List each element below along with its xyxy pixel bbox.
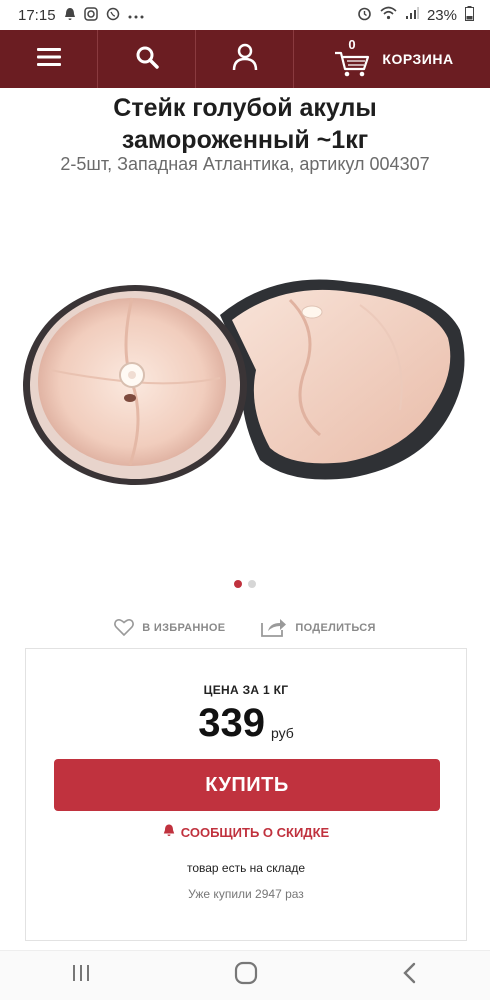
signal-icon bbox=[405, 6, 419, 24]
instagram-icon bbox=[83, 6, 98, 24]
viber-icon bbox=[106, 7, 120, 24]
account-button[interactable] bbox=[196, 30, 294, 88]
product-subtitle: 2-5шт, Западная Атлантика, артикул 00430… bbox=[60, 154, 430, 174]
product-image[interactable] bbox=[20, 260, 470, 510]
price-value: 339 bbox=[198, 701, 265, 745]
gallery-dot-1[interactable] bbox=[234, 580, 242, 588]
wifi-icon bbox=[380, 6, 397, 24]
shark-steak-illustration bbox=[23, 279, 465, 485]
status-bar: 17:15 23% bbox=[0, 0, 490, 30]
product-title-line-2: замороженный ~1кг bbox=[121, 126, 369, 154]
battery-icon bbox=[465, 5, 474, 25]
bell-icon bbox=[163, 824, 175, 840]
status-left: 17:15 bbox=[18, 7, 144, 24]
product-title: Стейк голубой акулы замороженный ~1кг bbox=[0, 92, 490, 156]
price-card: ЦЕНА ЗА 1 КГ 339 руб КУПИТЬ СООБЩИТЬ О С… bbox=[25, 648, 467, 941]
status-right: 23% bbox=[357, 5, 474, 25]
buy-button[interactable]: КУПИТЬ bbox=[54, 759, 440, 811]
heart-icon bbox=[114, 618, 135, 639]
product-title-line-1: Стейк голубой акулы bbox=[113, 94, 377, 122]
price-label: ЦЕНА ЗА 1 КГ bbox=[203, 683, 289, 697]
hamburger-icon bbox=[36, 47, 61, 71]
back-icon bbox=[402, 962, 415, 984]
notify-discount-label: СООБЩИТЬ О СКИДКЕ bbox=[180, 824, 330, 840]
user-icon bbox=[232, 43, 258, 76]
back-button[interactable] bbox=[401, 962, 419, 989]
share-label: ПОДЕЛИТЬСЯ bbox=[295, 622, 376, 634]
favorite-button[interactable]: В ИЗБРАННОЕ bbox=[114, 616, 225, 640]
alarm-icon bbox=[357, 6, 372, 25]
menu-button[interactable] bbox=[0, 30, 98, 88]
system-navigation-bar bbox=[0, 950, 490, 1000]
share-button[interactable]: ПОДЕЛИТЬСЯ bbox=[261, 616, 375, 640]
cart-button[interactable]: 0 КОРЗИНА bbox=[294, 30, 490, 88]
notify-discount-link[interactable]: СООБЩИТЬ О СКИДКЕ bbox=[26, 824, 466, 840]
top-navigation: 0 КОРЗИНА bbox=[0, 30, 490, 88]
search-icon bbox=[135, 45, 159, 74]
search-button[interactable] bbox=[98, 30, 196, 88]
notification-icon bbox=[64, 7, 76, 24]
status-time: 17:15 bbox=[18, 6, 56, 24]
battery-percent: 23% bbox=[426, 6, 457, 24]
price-row: 339 руб bbox=[26, 701, 466, 745]
home-button[interactable] bbox=[234, 961, 258, 990]
recent-apps-icon bbox=[73, 965, 90, 981]
home-icon bbox=[234, 961, 258, 985]
cart-icon-wrap: 0 bbox=[334, 37, 372, 77]
gallery-pagination bbox=[0, 580, 490, 588]
price-unit: руб bbox=[270, 725, 294, 741]
cart-label: КОРЗИНА bbox=[382, 51, 454, 67]
stock-status: товар есть на складе bbox=[186, 861, 306, 875]
purchase-count: Уже купили 2947 раз bbox=[188, 887, 304, 901]
share-icon bbox=[261, 617, 287, 640]
more-dots-icon bbox=[128, 7, 144, 23]
favorite-label: В ИЗБРАННОЕ bbox=[142, 622, 226, 634]
recent-apps-button[interactable] bbox=[71, 963, 91, 988]
gallery-dot-2[interactable] bbox=[248, 580, 256, 588]
product-actions: В ИЗБРАННОЕ ПОДЕЛИТЬСЯ bbox=[0, 616, 490, 640]
